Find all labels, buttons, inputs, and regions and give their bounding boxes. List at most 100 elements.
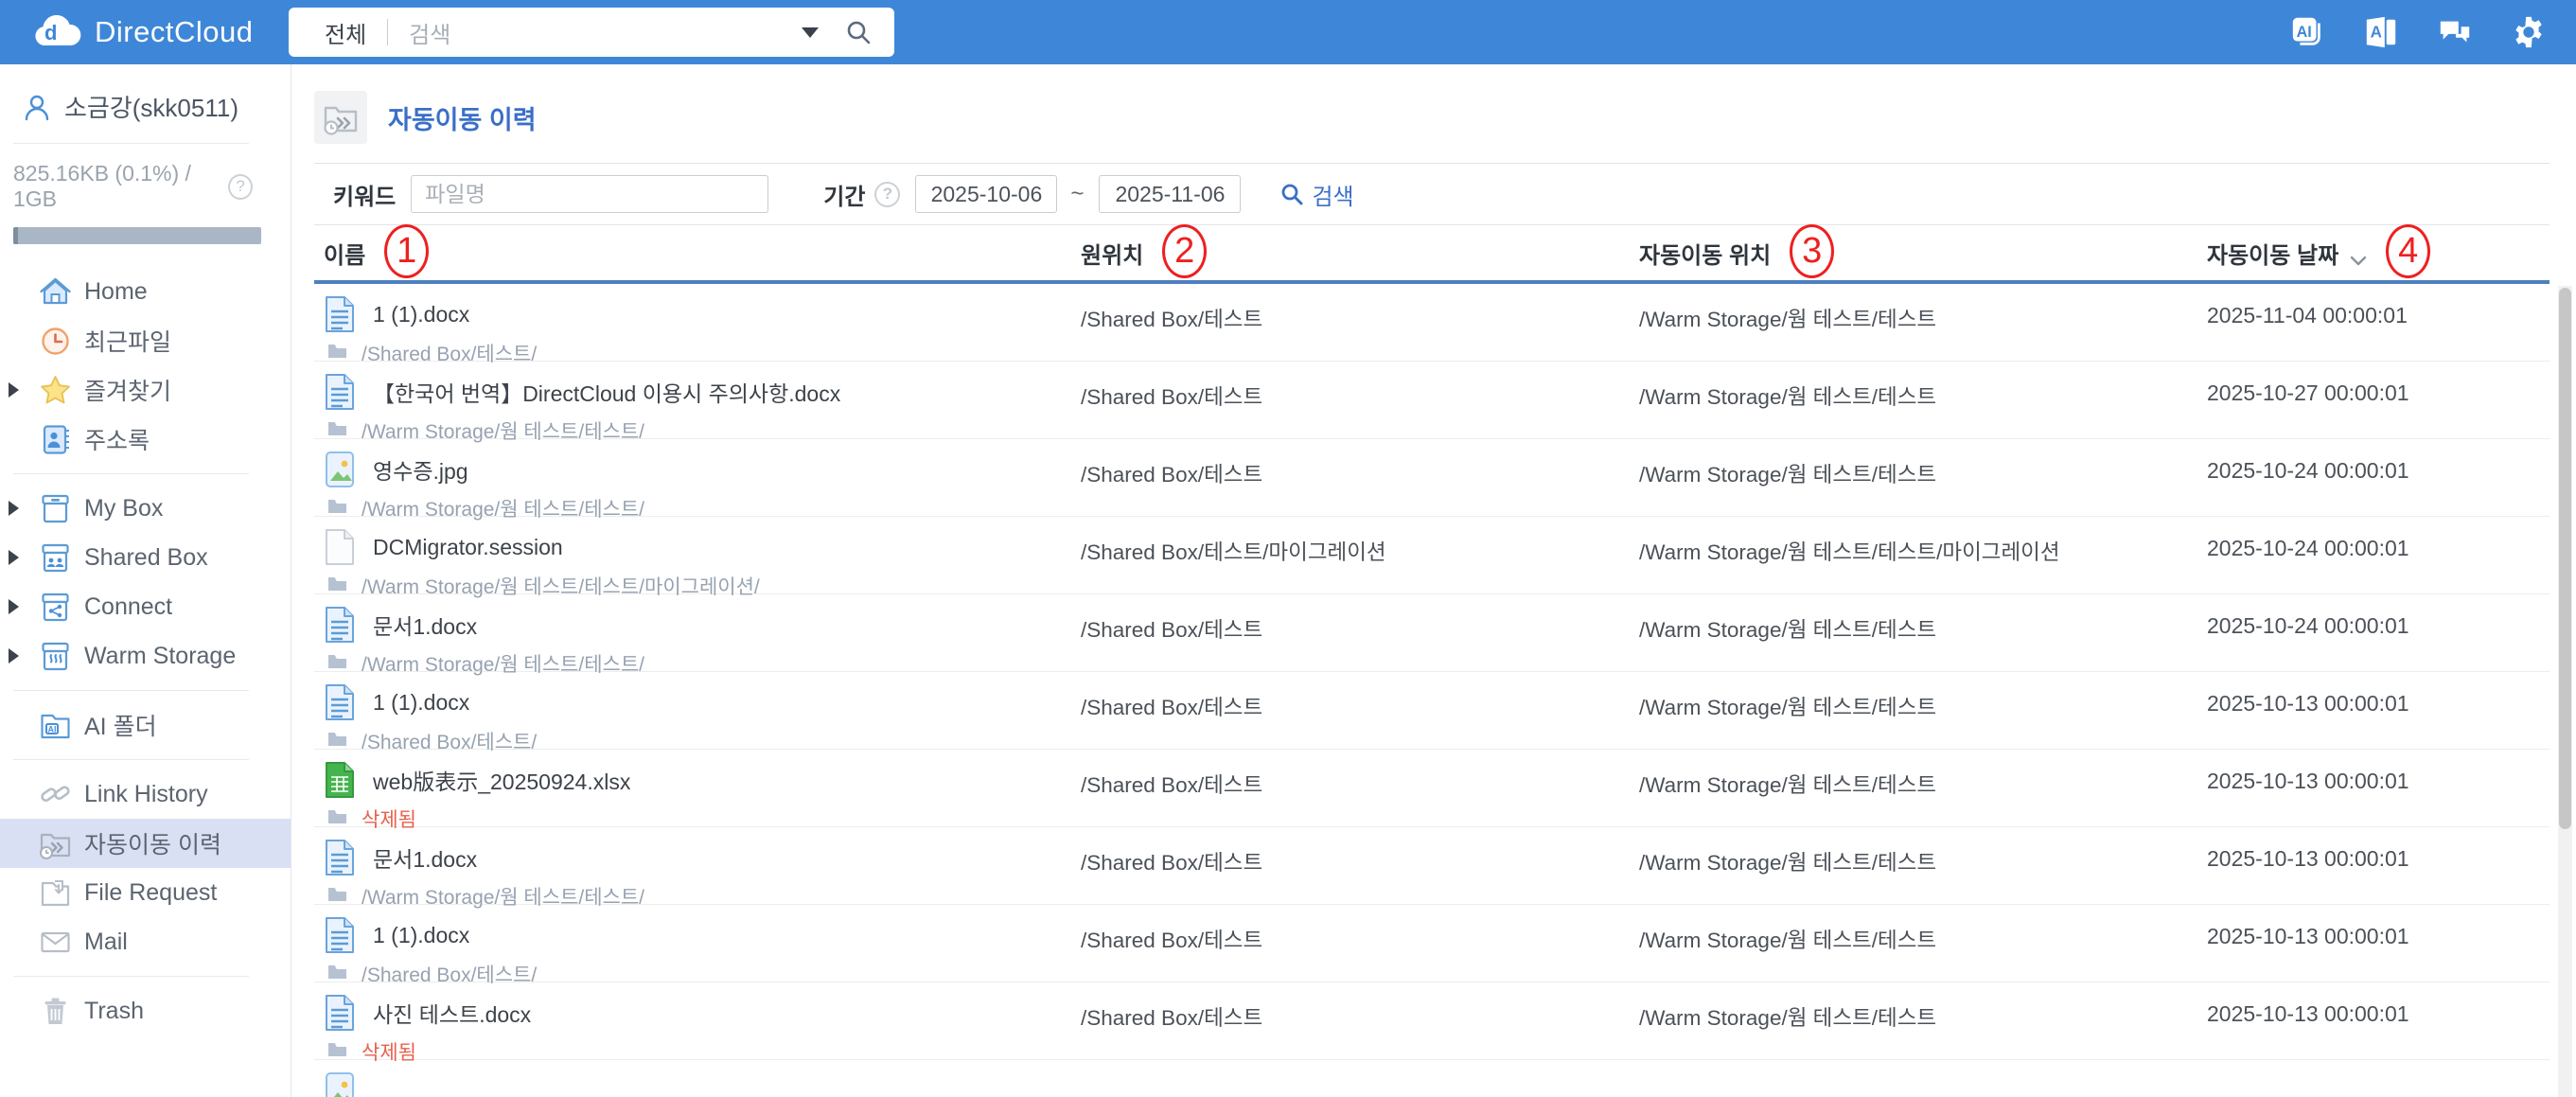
expand-triangle-icon[interactable] <box>9 382 19 398</box>
file-request-icon <box>38 876 73 911</box>
column-header-label[interactable]: 원위치 <box>1081 237 1143 270</box>
chat-icon[interactable] <box>2436 13 2474 51</box>
file-name[interactable]: 문서1.docx <box>373 841 477 874</box>
search-icon <box>1282 184 1303 205</box>
sidebar-item-label: 즐겨찾기 <box>84 379 172 405</box>
header-action-icons: AI A <box>2288 0 2548 64</box>
column-header-label[interactable]: 이름 <box>324 237 365 270</box>
move-date-cell: 2025-10-24 00:00:01 <box>2207 536 2409 560</box>
date-to-input[interactable] <box>1099 175 1242 213</box>
file-name[interactable]: web版表示_20250924.xlsx <box>373 764 630 796</box>
table-row[interactable] <box>314 1060 2550 1097</box>
table-row[interactable]: 문서1.docx/Warm Storage/웜 테스트/테스트//Shared … <box>314 594 2550 676</box>
column-header-label[interactable]: 자동이동 날짜 <box>2207 237 2338 270</box>
table-row[interactable]: 1 (1).docx/Shared Box/테스트//Shared Box/테스… <box>314 672 2550 753</box>
file-name[interactable]: DCMigrator.session <box>373 535 563 560</box>
origin-path-cell: /Shared Box/테스트 <box>1081 773 1263 797</box>
sidebar-item-label: AI 폴더 <box>84 714 157 740</box>
trash-icon <box>38 994 73 1029</box>
table-row[interactable]: 문서1.docx/Warm Storage/웜 테스트/테스트//Shared … <box>314 827 2550 909</box>
move-date-cell: 2025-10-13 00:00:01 <box>2207 769 2409 793</box>
sidebar-divider <box>13 759 249 760</box>
sidebar-item-connect-box[interactable]: Connect <box>0 582 291 631</box>
table-row[interactable]: DCMigrator.session/Warm Storage/웜 테스트/테스… <box>314 517 2550 598</box>
annotation-circle-4: 4 <box>2386 223 2431 278</box>
file-name[interactable]: 1 (1).docx <box>373 302 469 327</box>
table-row[interactable]: 사진 테스트.docx 삭제됨/Shared Box/테스트/Warm Stora… <box>314 982 2550 1064</box>
file-name[interactable]: 1 (1).docx <box>373 923 469 948</box>
file-name[interactable]: 문서1.docx <box>373 609 477 641</box>
search-icon[interactable] <box>845 19 872 45</box>
sidebar-item-label: 주소록 <box>84 428 150 454</box>
folder-icon <box>327 808 347 829</box>
search-options-caret-icon[interactable] <box>802 27 819 38</box>
search-input[interactable]: 검색 <box>409 16 450 49</box>
file-name[interactable]: 영수증.jpg <box>373 453 468 486</box>
sidebar-item-my-box[interactable]: My Box <box>0 484 291 533</box>
moved-to-path-cell: /Warm Storage/웜 테스트/테스트 <box>1639 385 1937 409</box>
docx-file-icon <box>324 295 356 333</box>
mail-icon <box>38 925 73 960</box>
sidebar-item-auto-move-history[interactable]: 자동이동 이력 <box>0 819 291 868</box>
sidebar-item-link-history[interactable]: Link History <box>0 770 291 819</box>
search-scope-selector[interactable]: 전체 <box>325 16 366 49</box>
table-rows: 1 (1).docx/Shared Box/테스트//Shared Box/테스… <box>314 284 2550 1097</box>
sidebar-item-favorites-star[interactable]: 즐겨찾기 <box>0 365 291 415</box>
vertical-scrollbar[interactable] <box>2558 286 2572 1097</box>
table-row[interactable]: 1 (1).docx/Shared Box/테스트//Shared Box/테스… <box>314 905 2550 986</box>
file-name-cell: 영수증.jpg/Warm Storage/웜 테스트/테스트/ <box>324 439 1081 522</box>
scrollbar-thumb[interactable] <box>2559 288 2571 829</box>
sidebar-item-address-book[interactable]: 주소록 <box>0 415 291 464</box>
expand-triangle-icon[interactable] <box>9 550 19 565</box>
column-header-label[interactable]: 자동이동 위치 <box>1639 237 1771 270</box>
sort-chevron-down-icon[interactable] <box>2350 247 2367 266</box>
ai-assistant-icon[interactable]: AI <box>2288 13 2326 51</box>
file-name[interactable]: 사진 테스트.docx <box>373 997 531 1029</box>
file-name[interactable]: 1 (1).docx <box>373 690 469 716</box>
storage-help-icon[interactable]: ? <box>228 173 253 200</box>
settings-icon[interactable] <box>2510 13 2548 51</box>
sidebar-item-file-request[interactable]: File Request <box>0 868 291 917</box>
file-name-cell: 1 (1).docx/Shared Box/테스트/ <box>324 672 1081 755</box>
connect-box-icon <box>38 590 73 625</box>
home-icon <box>38 274 73 310</box>
table-row[interactable]: 1 (1).docx/Shared Box/테스트//Shared Box/테스… <box>314 284 2550 365</box>
docx-file-icon <box>324 373 356 411</box>
global-search-box[interactable]: 전체 검색 <box>289 8 894 57</box>
period-help-icon[interactable]: ? <box>874 181 901 207</box>
folder-icon <box>327 575 347 596</box>
file-name-cell: 문서1.docx/Warm Storage/웜 테스트/테스트/ <box>324 594 1081 678</box>
sidebar-item-home[interactable]: Home <box>0 267 291 316</box>
move-date-cell: 2025-10-13 00:00:01 <box>2207 846 2409 871</box>
top-header-bar: d DirectCloud 전체 검색 AI A <box>0 0 2576 64</box>
sidebar-item-warm-storage[interactable]: Warm Storage <box>0 631 291 681</box>
sidebar-item-ai-folder[interactable]: AI AI 폴더 <box>0 700 291 750</box>
sidebar-item-shared-box[interactable]: Shared Box <box>0 533 291 582</box>
table-row[interactable]: 영수증.jpg/Warm Storage/웜 테스트/테스트//Shared B… <box>314 439 2550 521</box>
translate-icon[interactable]: A <box>2362 13 2400 51</box>
sidebar-item-label: File Request <box>84 878 218 906</box>
folder-icon <box>327 343 347 363</box>
filter-search-button[interactable]: 검색 <box>1280 178 1354 211</box>
keyword-input[interactable] <box>411 175 769 213</box>
directcloud-logo[interactable]: d DirectCloud <box>32 0 253 64</box>
search-divider <box>387 19 389 45</box>
expand-triangle-icon[interactable] <box>9 599 19 614</box>
sidebar-item-recent-files[interactable]: 최근파일 <box>0 316 291 365</box>
moved-to-path-cell: /Warm Storage/웜 테스트/테스트 <box>1639 929 1937 952</box>
user-profile[interactable]: 소금강(skk0511) <box>0 64 291 124</box>
folder-icon <box>327 964 347 984</box>
table-row[interactable]: web版表示_20250924.xlsx 삭제됨/Shared Box/테스트/W… <box>314 750 2550 831</box>
expand-triangle-icon[interactable] <box>9 501 19 516</box>
sidebar-item-trash[interactable]: Trash <box>0 986 291 1035</box>
expand-triangle-icon[interactable] <box>9 648 19 664</box>
sidebar-item-label: Home <box>84 277 148 305</box>
moved-to-path-cell <box>1639 1060 2207 1079</box>
moved-to-path-cell: /Warm Storage/웜 테스트/테스트 <box>1639 1006 1937 1030</box>
file-name[interactable]: 【한국어 번역】DirectCloud 이용시 주의사항.docx <box>373 376 840 408</box>
docx-file-icon <box>324 994 356 1032</box>
folder-icon <box>327 653 347 674</box>
table-row[interactable]: 【한국어 번역】DirectCloud 이용시 주의사항.docx/Warm S… <box>314 362 2550 443</box>
sidebar-item-mail[interactable]: Mail <box>0 917 291 966</box>
date-from-input[interactable] <box>915 175 1058 213</box>
